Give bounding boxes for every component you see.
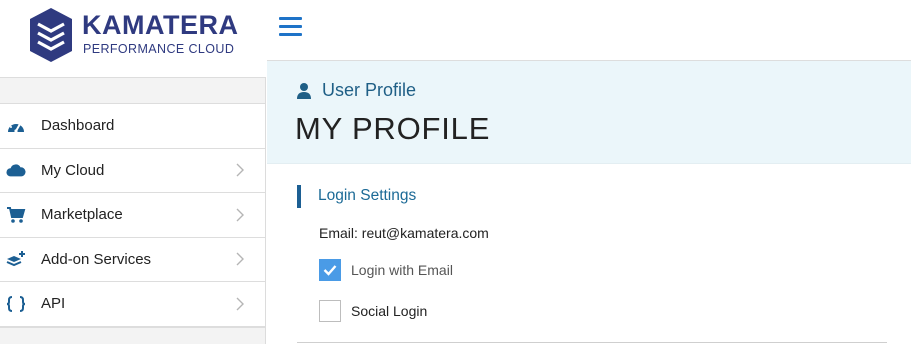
sidebar-item-api[interactable]: API: [0, 282, 265, 327]
hamburger-menu-icon[interactable]: [279, 17, 303, 37]
sidebar-item-label: Marketplace: [41, 206, 123, 224]
shopping-cart-icon: [6, 206, 26, 224]
section-divider: [297, 342, 887, 343]
sidebar-item-label: Add-on Services: [41, 250, 152, 268]
sidebar-nav: Dashboard My Cloud Marketplace Add-on Se…: [0, 104, 265, 327]
chevron-right-icon: [236, 252, 244, 266]
section-accent-bar: [297, 185, 301, 208]
social-login-option[interactable]: Social Login: [319, 300, 427, 322]
page-title: MY PROFILE: [295, 111, 491, 146]
sidebar-spacer: [0, 77, 265, 104]
page-header: User Profile MY PROFILE: [267, 61, 911, 164]
sidebar-footer-spacer: [0, 327, 265, 344]
curly-braces-icon: [6, 295, 26, 313]
chevron-right-icon: [236, 208, 244, 222]
email-text: Email: reut@kamatera.com: [319, 225, 489, 241]
login-with-email-option[interactable]: Login with Email: [319, 259, 453, 281]
sidebar-item-label: API: [41, 295, 66, 313]
brand-name: KAMATERA: [82, 10, 239, 40]
sidebar-item-marketplace[interactable]: Marketplace: [0, 193, 265, 238]
chevron-right-icon: [236, 297, 244, 311]
sidebar: KAMATERA PERFORMANCE CLOUD Dashboard My …: [0, 0, 266, 344]
brand-logo[interactable]: KAMATERA PERFORMANCE CLOUD: [0, 0, 266, 77]
breadcrumb: User Profile: [296, 80, 416, 101]
dashboard-gauge-icon: [6, 117, 26, 135]
login-settings-panel: Login Settings Email: reut@kamatera.com …: [267, 164, 911, 344]
sidebar-item-my-cloud[interactable]: My Cloud: [0, 149, 265, 193]
chevron-right-icon: [236, 163, 244, 177]
app-root: KAMATERA PERFORMANCE CLOUD Dashboard My …: [0, 0, 911, 344]
social-login-checkbox[interactable]: [319, 300, 341, 322]
section-title: Login Settings: [318, 187, 417, 204]
checkmark-icon: [323, 265, 337, 276]
sidebar-item-label: Dashboard: [41, 117, 115, 135]
login-with-email-checkbox[interactable]: [319, 259, 341, 281]
kamatera-logo-icon: [30, 8, 72, 62]
sidebar-item-label: My Cloud: [41, 161, 105, 179]
cloud-icon: [6, 161, 26, 179]
top-bar: [267, 0, 911, 61]
login-with-email-label: Login with Email: [351, 262, 453, 278]
sidebar-item-add-on-services[interactable]: Add-on Services: [0, 238, 265, 282]
user-icon: [297, 83, 311, 99]
social-login-label: Social Login: [351, 303, 428, 319]
breadcrumb-label: User Profile: [322, 80, 417, 100]
brand-tagline: PERFORMANCE CLOUD: [83, 42, 235, 56]
sidebar-item-dashboard[interactable]: Dashboard: [0, 104, 265, 149]
layers-plus-icon: [6, 250, 26, 268]
